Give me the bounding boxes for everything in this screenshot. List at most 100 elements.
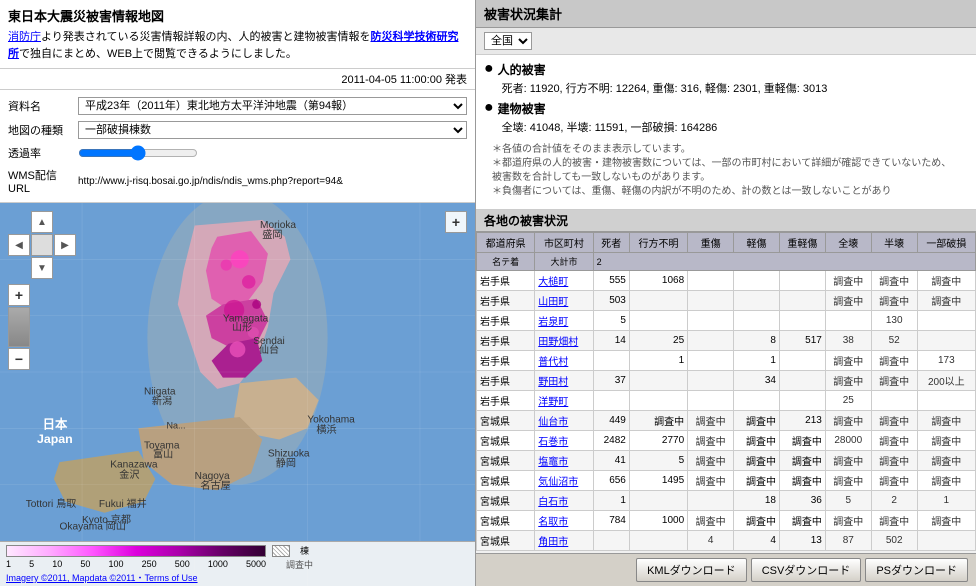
cell-combined: 調査中 xyxy=(779,471,825,491)
cell-partial xyxy=(917,391,975,411)
cell-prefecture: 宮城県 xyxy=(477,491,535,511)
right-panel: 被害状況集計 全国 ● 人的被害 死者: 11920, 行方不明: 12264,… xyxy=(476,0,976,586)
opacity-slider[interactable] xyxy=(78,145,198,161)
cell-minor xyxy=(734,311,780,331)
csv-download-button[interactable]: CSVダウンロード xyxy=(751,558,862,582)
cell-missing: 2770 xyxy=(629,431,687,451)
cell-total: 調査中 xyxy=(825,471,871,491)
stats-note1: ＊各値の合計値をそのまま表示しています。 ＊都道府県の人的被害・建物被害数につい… xyxy=(484,139,968,203)
building-damage-detail: 全壊: 41048, 半壊: 11591, 一部破損: 164286 xyxy=(498,119,718,135)
filter-row: 全国 xyxy=(476,28,976,55)
col-missing: 行方不明 xyxy=(629,233,687,253)
svg-text:新潟: 新潟 xyxy=(152,395,172,408)
cell-prefecture: 宮城県 xyxy=(477,411,535,431)
pan-down-button[interactable]: ▼ xyxy=(31,257,53,279)
cell-minor: 調査中 xyxy=(734,451,780,471)
cell-city[interactable]: 田野畑村 xyxy=(535,331,593,351)
cell-prefecture: 岩手県 xyxy=(477,351,535,371)
terms-of-use-link[interactable]: Terms of Use xyxy=(145,573,198,583)
pan-up-button[interactable]: ▲ xyxy=(31,211,53,233)
zoom-out-button[interactable]: − xyxy=(8,348,30,370)
cell-minor xyxy=(734,291,780,311)
region-filter-select[interactable]: 全国 xyxy=(484,32,532,50)
left-panel: 東日本大震災被害情報地図 消防庁より発表されている災害情報詳報の内、人的被害と建… xyxy=(0,0,476,586)
ps-download-button[interactable]: PSダウンロード xyxy=(865,558,968,582)
wms-url[interactable]: http://www.j-risq.bosai.go.jp/ndis/ndis_… xyxy=(78,176,467,187)
cell-serious: 調査中 xyxy=(688,451,734,471)
material-row: 資料名 平成23年（2011年）東北地方太平洋沖地震（第94報） xyxy=(8,94,467,118)
cell-minor: 1 xyxy=(734,351,780,371)
shobocho-link[interactable]: 消防庁 xyxy=(8,31,41,43)
cell-total: 28000 xyxy=(825,431,871,451)
cell-combined: 517 xyxy=(779,331,825,351)
cell-city[interactable]: 大槌町 xyxy=(535,271,593,291)
cell-prefecture: 宮城県 xyxy=(477,531,535,551)
cell-serious: 調査中 xyxy=(688,511,734,531)
cell-dead: 449 xyxy=(593,411,629,431)
human-damage-title: 人的被害 xyxy=(498,61,828,78)
map-expand-button[interactable]: + xyxy=(445,211,467,233)
cell-city[interactable]: 気仙沼市 xyxy=(535,471,593,491)
cell-city[interactable]: 角田市 xyxy=(535,531,593,551)
cell-half: 502 xyxy=(871,531,917,551)
table-wrapper[interactable]: 都道府県 市区町村 死者 行方不明 重傷 軽傷 重軽傷 全壊 半壊 一部破損 名… xyxy=(476,232,976,553)
cell-partial: 173 xyxy=(917,351,975,371)
cell-serious xyxy=(688,271,734,291)
cell-half: 調査中 xyxy=(871,271,917,291)
cell-combined xyxy=(779,391,825,411)
cell-city[interactable]: 塩竈市 xyxy=(535,451,593,471)
cell-total: 5 xyxy=(825,491,871,511)
svg-text:山形: 山形 xyxy=(232,321,252,333)
cell-minor xyxy=(734,391,780,411)
cell-city[interactable]: 洋野町 xyxy=(535,391,593,411)
zoom-in-button[interactable]: + xyxy=(8,284,30,306)
cell-partial xyxy=(917,531,975,551)
stats-section: ● 人的被害 死者: 11920, 行方不明: 12264, 重傷: 316, … xyxy=(476,55,976,210)
cell-city[interactable]: 岩泉町 xyxy=(535,311,593,331)
cell-total: 調査中 xyxy=(825,371,871,391)
cell-minor: 調査中 xyxy=(734,411,780,431)
cell-city[interactable]: 山田町 xyxy=(535,291,593,311)
cell-serious: 調査中 xyxy=(688,411,734,431)
cell-prefecture: 宮城県 xyxy=(477,471,535,491)
pan-left-button[interactable]: ◀ xyxy=(8,234,30,256)
cell-prefecture: 宮城県 xyxy=(477,511,535,531)
table-row: 宮城県仙台市449調査中調査中調査中213調査中調査中調査中 xyxy=(477,411,976,431)
cell-serious xyxy=(688,311,734,331)
cell-city[interactable]: 仙台市 xyxy=(535,411,593,431)
cell-partial: 調査中 xyxy=(917,511,975,531)
col-subhead2: 大計市 xyxy=(535,253,593,271)
material-label: 資料名 xyxy=(8,98,78,114)
building-damage-category: ● 建物被害 全壊: 41048, 半壊: 11591, 一部破損: 16428… xyxy=(484,100,968,135)
cell-dead: 14 xyxy=(593,331,629,351)
cell-city[interactable]: 野田村 xyxy=(535,371,593,391)
cell-missing xyxy=(629,371,687,391)
cell-city[interactable]: 普代村 xyxy=(535,351,593,371)
legend-copyright: Imagery ©2011, Mapdata ©2011・Terms of Us… xyxy=(6,571,469,584)
cell-missing: 1068 xyxy=(629,271,687,291)
pan-right-button[interactable]: ▶ xyxy=(54,234,76,256)
kml-download-button[interactable]: KMLダウンロード xyxy=(636,558,747,582)
map-container[interactable]: Morioka 盛岡 Yamagata 山形 Sendai 仙台 Niigata… xyxy=(0,203,475,586)
table-row: 岩手県山田町503調査中調査中調査中 xyxy=(477,291,976,311)
cell-combined: 調査中 xyxy=(779,431,825,451)
col-half: 半壊 xyxy=(871,233,917,253)
zoom-controls: ▲ ◀ ▶ ▼ + − xyxy=(8,211,76,370)
col-dead: 死者 xyxy=(593,233,629,253)
app-description: 消防庁より発表されている災害情報詳報の内、人的被害と建物被害情報を防災科学技術研… xyxy=(8,29,467,62)
svg-text:盛岡: 盛岡 xyxy=(262,228,282,241)
cell-half: 調査中 xyxy=(871,351,917,371)
pan-center xyxy=(31,234,53,256)
cell-missing: 1 xyxy=(629,351,687,371)
cell-city[interactable]: 名取市 xyxy=(535,511,593,531)
cell-prefecture: 宮城県 xyxy=(477,451,535,471)
cell-minor: 4 xyxy=(734,531,780,551)
cell-total: 38 xyxy=(825,331,871,351)
material-select[interactable]: 平成23年（2011年）東北地方太平洋沖地震（第94報） xyxy=(78,97,467,115)
col-total: 全壊 xyxy=(825,233,871,253)
maptype-select[interactable]: 一部破損棟数 xyxy=(78,121,467,139)
legend-gradient-bar xyxy=(6,545,266,557)
cell-city[interactable]: 石巻市 xyxy=(535,431,593,451)
cell-serious: 4 xyxy=(688,531,734,551)
cell-city[interactable]: 白石市 xyxy=(535,491,593,511)
